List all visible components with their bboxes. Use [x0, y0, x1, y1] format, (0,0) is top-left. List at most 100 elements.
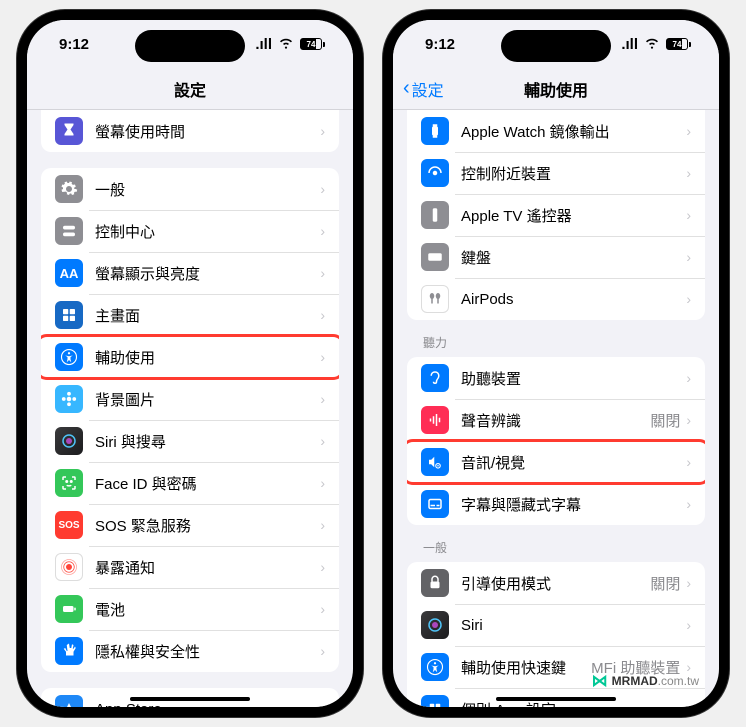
battery-icon: 74 [666, 38, 691, 50]
nearby-icon [421, 159, 449, 187]
row-home-screen[interactable]: 主畫面 › [41, 294, 339, 336]
back-button[interactable]: ‹ 設定 [403, 77, 444, 101]
watermark: ⋈ MRMAD.com.tw [592, 671, 699, 691]
sos-icon: SOS [55, 511, 83, 539]
keyboard-icon [421, 243, 449, 271]
chevron-right-icon: › [686, 412, 691, 428]
accessibility-icon [421, 653, 449, 681]
chevron-right-icon: › [320, 559, 325, 575]
ear-icon [421, 364, 449, 392]
chevron-left-icon: ‹ [403, 77, 410, 100]
row-siri-search[interactable]: Siri 與搜尋 › [41, 420, 339, 462]
sound-wave-icon [421, 406, 449, 434]
row-general[interactable]: 一般 › [41, 168, 339, 210]
watch-icon [421, 117, 449, 145]
row-screen-time[interactable]: 螢幕使用時間 › [41, 110, 339, 152]
text-size-icon: AA [55, 259, 83, 287]
row-privacy[interactable]: 隱私權與安全性 › [41, 630, 339, 672]
accessibility-list[interactable]: Apple Watch 鏡像輸出 › 控制附近裝置 › Apple TV 遙控器… [393, 110, 719, 707]
exposure-icon [55, 553, 83, 581]
row-display[interactable]: AA 螢幕顯示與亮度 › [41, 252, 339, 294]
settings-list[interactable]: 螢幕使用時間 › 一般 › 控制中心 › [27, 110, 353, 707]
chevron-right-icon: › [686, 123, 691, 139]
screen-right: 9:12 .ıll 74 ‹ 設定 輔助使用 [393, 20, 719, 707]
grid-icon [55, 301, 83, 329]
watermark-logo-icon: ⋈ [592, 671, 608, 691]
lock-icon [421, 569, 449, 597]
row-nearby-control[interactable]: 控制附近裝置 › [407, 152, 705, 194]
dynamic-island [135, 30, 245, 62]
row-exposure[interactable]: 暴露通知 › [41, 546, 339, 588]
chevron-right-icon: › [686, 291, 691, 307]
phone-right: 9:12 .ıll 74 ‹ 設定 輔助使用 [383, 10, 729, 717]
chevron-right-icon: › [320, 307, 325, 323]
gear-icon [55, 175, 83, 203]
chevron-right-icon: › [686, 454, 691, 470]
row-subtitles[interactable]: 字幕與隱藏式字幕 › [407, 483, 705, 525]
chevron-right-icon: › [320, 601, 325, 617]
row-face-id[interactable]: Face ID 與密碼 › [41, 462, 339, 504]
subtitles-icon [421, 490, 449, 518]
screen-left: 9:12 .ıll 74 設定 螢幕使用時間 › [27, 20, 353, 707]
status-time: 9:12 [425, 36, 455, 53]
status-time: 9:12 [59, 36, 89, 53]
dynamic-island [501, 30, 611, 62]
chevron-right-icon: › [320, 517, 325, 533]
navbar: 設定 [27, 68, 353, 110]
chevron-right-icon: › [320, 475, 325, 491]
row-airpods[interactable]: AirPods › [407, 278, 705, 320]
phone-left: 9:12 .ıll 74 設定 螢幕使用時間 › [17, 10, 363, 717]
chevron-right-icon: › [686, 207, 691, 223]
row-apple-tv-remote[interactable]: Apple TV 遙控器 › [407, 194, 705, 236]
row-siri[interactable]: Siri › [407, 604, 705, 646]
chevron-right-icon: › [320, 223, 325, 239]
chevron-right-icon: › [686, 617, 691, 633]
row-audio-visual[interactable]: 音訊/視覺 › [407, 441, 705, 483]
row-accessibility[interactable]: 輔助使用 › [41, 336, 339, 378]
chevron-right-icon: › [320, 123, 325, 139]
siri-icon [55, 427, 83, 455]
navbar: ‹ 設定 輔助使用 [393, 68, 719, 110]
chevron-right-icon: › [686, 496, 691, 512]
row-watch-mirror[interactable]: Apple Watch 鏡像輸出 › [407, 110, 705, 152]
chevron-right-icon: › [320, 181, 325, 197]
signal-icon: .ıll [255, 36, 272, 53]
chevron-right-icon: › [320, 391, 325, 407]
remote-icon [421, 201, 449, 229]
row-control-center[interactable]: 控制中心 › [41, 210, 339, 252]
page-title: 輔助使用 [524, 77, 588, 101]
hourglass-icon [55, 117, 83, 145]
row-hearing-devices[interactable]: 助聽裝置 › [407, 357, 705, 399]
wifi-icon [643, 33, 661, 55]
speaker-eye-icon [421, 448, 449, 476]
switches-icon [55, 217, 83, 245]
chevron-right-icon: › [686, 575, 691, 591]
airpods-icon [421, 285, 449, 313]
row-keyboard[interactable]: 鍵盤 › [407, 236, 705, 278]
hand-icon [55, 637, 83, 665]
row-battery[interactable]: 電池 › [41, 588, 339, 630]
chevron-right-icon: › [320, 701, 325, 707]
row-wallpaper[interactable]: 背景圖片 › [41, 378, 339, 420]
appstore-icon [55, 695, 83, 707]
row-guided-access[interactable]: 引導使用模式 關閉 › [407, 562, 705, 604]
section-hearing: 聽力 [393, 320, 719, 357]
chevron-right-icon: › [686, 701, 691, 707]
flower-icon [55, 385, 83, 413]
home-indicator[interactable] [130, 697, 250, 701]
accessibility-icon [55, 343, 83, 371]
chevron-right-icon: › [320, 265, 325, 281]
row-sound-recognition[interactable]: 聲音辨識 關閉 › [407, 399, 705, 441]
chevron-right-icon: › [686, 165, 691, 181]
chevron-right-icon: › [320, 433, 325, 449]
page-title: 設定 [174, 77, 206, 101]
chevron-right-icon: › [320, 349, 325, 365]
chevron-right-icon: › [320, 643, 325, 659]
face-id-icon [55, 469, 83, 497]
home-indicator[interactable] [496, 697, 616, 701]
chevron-right-icon: › [686, 249, 691, 265]
chevron-right-icon: › [686, 370, 691, 386]
row-sos[interactable]: SOS SOS 緊急服務 › [41, 504, 339, 546]
battery-icon [55, 595, 83, 623]
battery-icon: 74 [300, 38, 325, 50]
